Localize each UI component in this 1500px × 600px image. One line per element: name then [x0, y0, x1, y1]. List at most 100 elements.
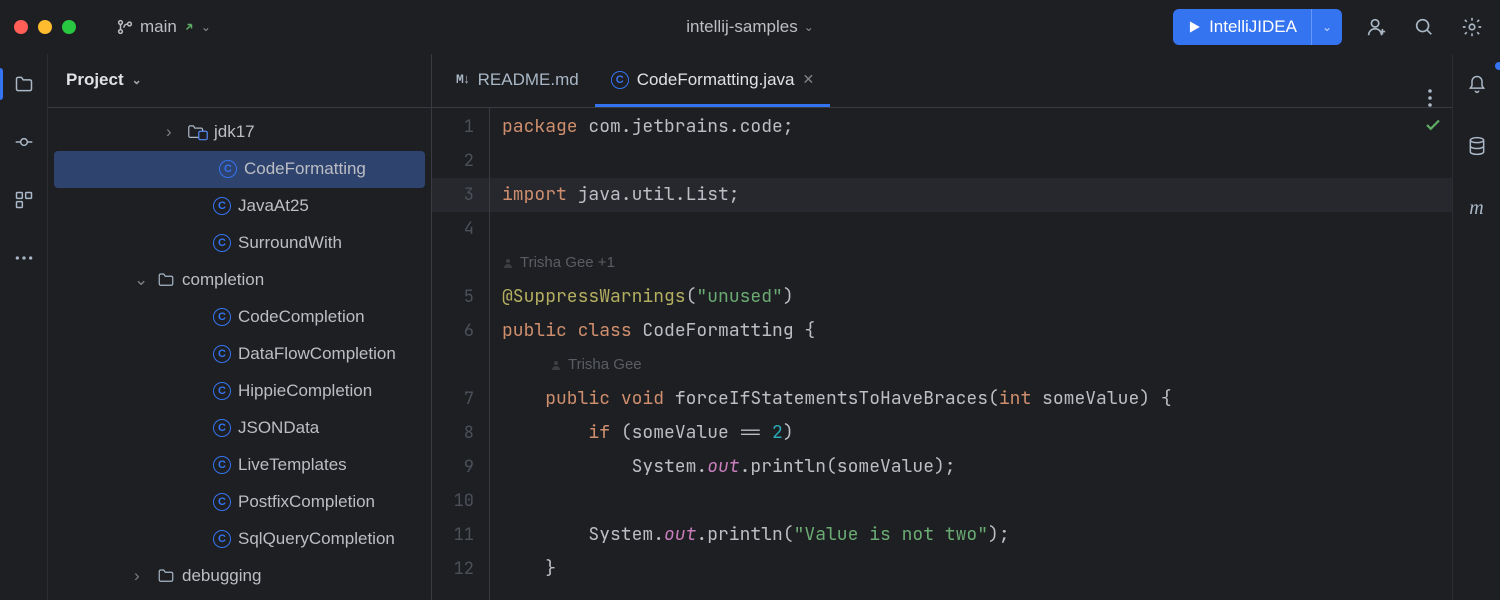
line-number[interactable]: 5 [432, 280, 490, 314]
code-line[interactable]: package com.jetbrains.code; [502, 110, 1452, 144]
expand-icon: ⌄ [134, 270, 150, 290]
tree-item-livetemplates[interactable]: C LiveTemplates [48, 447, 431, 484]
code-line[interactable]: System.out.println("Value is not two"); [502, 518, 1452, 552]
tab-label: README.md [478, 70, 579, 90]
run-config-label: IntelliJIDEA [1209, 17, 1297, 37]
chevron-down-icon: ⌄ [1322, 20, 1332, 34]
tree-item-dataflowcompletion[interactable]: C DataFlowCompletion [48, 336, 431, 373]
settings-button[interactable] [1458, 13, 1486, 41]
maven-icon: m [1469, 197, 1483, 220]
tree-item-label: PostfixCompletion [238, 492, 375, 512]
titlebar: main ⌄ intellij-samples ⌄ IntelliJIDEA ⌄ [0, 0, 1500, 54]
class-icon: C [212, 344, 232, 364]
database-tool-button[interactable] [1453, 126, 1500, 166]
line-number[interactable] [432, 246, 490, 280]
code-line[interactable] [502, 144, 1452, 178]
code-line[interactable]: if (someValue == 2) [502, 416, 1452, 450]
code-line[interactable]: System.out.println(someValue); [502, 450, 1452, 484]
code-line[interactable] [502, 212, 1452, 246]
tree-item-label: LiveTemplates [238, 455, 347, 475]
code-line[interactable]: import java.util.List; [502, 178, 1452, 212]
author-hint[interactable]: Trisha Gee +1 [502, 246, 1452, 280]
tree-item-codeformatting[interactable]: C CodeFormatting [54, 151, 425, 188]
line-number[interactable]: 1 [432, 110, 490, 144]
branch-icon [116, 18, 134, 36]
notifications-button[interactable] [1453, 64, 1500, 104]
editor-code[interactable]: package com.jetbrains.code; import java.u… [490, 108, 1452, 600]
branch-name: main [140, 17, 177, 37]
project-tool-button[interactable] [0, 64, 48, 104]
tree-item-jsondata[interactable]: CJSONData [48, 410, 431, 447]
folder-icon [156, 566, 176, 586]
tree-item-surroundwith[interactable]: C SurroundWith [48, 225, 431, 262]
line-number[interactable]: 4 [432, 212, 490, 246]
code-line[interactable] [502, 484, 1452, 518]
project-panel: Project ⌄ ›jdk17CCodeFormattingCJavaAt25… [48, 54, 432, 600]
close-window-button[interactable] [14, 20, 28, 34]
class-icon: C [212, 233, 232, 253]
run-configuration-button[interactable]: IntelliJIDEA ⌄ [1173, 9, 1342, 45]
more-horizontal-icon [14, 255, 34, 261]
tree-item-codecompletion[interactable]: C CodeCompletion [48, 299, 431, 336]
class-icon: C [611, 71, 629, 89]
tree-item-jdk17[interactable]: ›jdk17 [48, 114, 431, 151]
code-line[interactable]: public class CodeFormatting { [502, 314, 1452, 348]
maven-tool-button[interactable]: m [1453, 188, 1500, 228]
editor-tab[interactable]: CCodeFormatting.java✕ [595, 55, 831, 107]
code-line[interactable]: @SuppressWarnings("unused") [502, 280, 1452, 314]
code-line[interactable]: public void forceIfStatementsToHaveBrace… [502, 382, 1452, 416]
tree-item-label: JavaAt25 [238, 196, 309, 216]
line-number[interactable]: 12 [432, 552, 490, 586]
line-number[interactable]: 3 [432, 178, 490, 212]
project-selector[interactable]: intellij-samples ⌄ [686, 17, 814, 37]
tab-overflow-button[interactable] [1416, 89, 1444, 107]
code-line[interactable]: } [502, 552, 1452, 586]
project-panel-title: Project [66, 70, 124, 90]
tree-item-completion[interactable]: ⌄ completion [48, 262, 431, 299]
line-number[interactable]: 7 [432, 382, 490, 416]
tree-item-debugging[interactable]: ›debugging [48, 558, 431, 595]
tree-item-postfixcompletion[interactable]: CPostfixCompletion [48, 484, 431, 521]
tree-item-label: debugging [182, 566, 261, 586]
run-config-dropdown[interactable]: ⌄ [1311, 9, 1342, 45]
push-arrow-icon [183, 21, 195, 33]
tree-item-label: CodeCompletion [238, 307, 365, 327]
vcs-branch-button[interactable]: main ⌄ [116, 17, 211, 37]
commit-tool-button[interactable] [0, 122, 48, 162]
gear-icon [1461, 16, 1483, 38]
close-tab-icon[interactable]: ✕ [803, 71, 815, 88]
tree-item-label: CodeFormatting [244, 159, 366, 179]
author-hint[interactable]: Trisha Gee [502, 348, 1452, 382]
editor-body[interactable]: 123456789101112 package com.jetbrains.co… [432, 108, 1452, 600]
editor-gutter[interactable]: 123456789101112 [432, 108, 490, 600]
class-icon: C [212, 455, 232, 475]
minimize-window-button[interactable] [38, 20, 52, 34]
tree-item-label: completion [182, 270, 264, 290]
tree-item-sqlquerycompletion[interactable]: CSqlQueryCompletion [48, 521, 431, 558]
editor-tab[interactable]: М↓ README.md [440, 55, 595, 107]
tree-item-label: SurroundWith [238, 233, 342, 253]
line-number[interactable]: 2 [432, 144, 490, 178]
search-button[interactable] [1410, 13, 1438, 41]
line-number[interactable]: 9 [432, 450, 490, 484]
class-icon: C [212, 307, 232, 327]
more-tools-button[interactable] [0, 238, 48, 278]
code-with-me-button[interactable] [1362, 13, 1390, 41]
markdown-icon: М↓ [456, 72, 470, 87]
line-number[interactable]: 10 [432, 484, 490, 518]
project-panel-header[interactable]: Project ⌄ [48, 54, 431, 108]
folder-icon [14, 74, 34, 94]
expand-icon: › [166, 122, 182, 142]
line-number[interactable]: 6 [432, 314, 490, 348]
line-number[interactable]: 11 [432, 518, 490, 552]
line-number[interactable] [432, 348, 490, 382]
commit-icon [14, 132, 34, 152]
tree-item-label: DataFlowCompletion [238, 344, 396, 364]
line-number[interactable]: 8 [432, 416, 490, 450]
tree-item-javaat25[interactable]: CJavaAt25 [48, 188, 431, 225]
maximize-window-button[interactable] [62, 20, 76, 34]
tree-item-hippiecompletion[interactable]: CHippieCompletion [48, 373, 431, 410]
class-icon: C [218, 159, 238, 179]
project-name: intellij-samples [686, 17, 797, 37]
structure-tool-button[interactable] [0, 180, 48, 220]
